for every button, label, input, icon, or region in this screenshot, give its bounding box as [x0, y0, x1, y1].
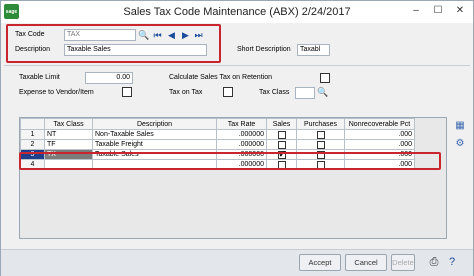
description-cell[interactable]: Taxable Freight	[92, 139, 217, 150]
column-header-tax-rate[interactable]: Tax Rate	[216, 118, 267, 130]
tax-class-grid: Tax Class Description Tax Rate Sales Pur…	[19, 117, 447, 239]
column-header-description[interactable]: Description	[92, 118, 217, 130]
sales-cell	[266, 129, 297, 140]
delete-button[interactable]: Delete	[391, 254, 415, 271]
calc-on-retention-checkbox[interactable]	[320, 73, 330, 83]
first-record-icon[interactable]: ⏮	[152, 30, 163, 41]
customize-grid-icon[interactable]: ▦	[452, 119, 468, 133]
print-icon[interactable]: ⎙	[427, 255, 441, 269]
sales-checkbox[interactable]	[277, 140, 286, 149]
app-window: sage Sales Tax Code Maintenance (ABX) 2/…	[0, 0, 474, 276]
tax-code-input[interactable]: TAX	[64, 29, 136, 41]
bottom-button-bar: Accept Cancel Delete ⎙ ?	[1, 249, 473, 276]
title-bar: sage Sales Tax Code Maintenance (ABX) 2/…	[1, 1, 473, 23]
lookup-icon[interactable]: 🔍	[138, 30, 149, 41]
section-divider	[4, 65, 470, 66]
previous-record-icon[interactable]: ◀	[166, 30, 177, 41]
tax-rate-cell[interactable]: .000000	[216, 139, 267, 150]
calc-on-retention-label: Calculate Sales Tax on Retention	[169, 74, 272, 81]
purchases-checkbox[interactable]	[316, 130, 325, 139]
purchases-cell	[296, 139, 345, 150]
tax-on-tax-checkbox[interactable]	[223, 87, 233, 97]
nonrecoverable-cell[interactable]: .000	[344, 129, 415, 140]
sales-checkbox[interactable]	[277, 130, 286, 139]
grid-options-icon[interactable]: ⚙	[452, 137, 468, 151]
tax-class-cell[interactable]: NT	[44, 129, 93, 140]
next-record-icon[interactable]: ▶	[180, 30, 191, 41]
taxable-limit-input[interactable]: 0.00	[85, 72, 133, 84]
description-input[interactable]: Taxable Sales	[64, 44, 207, 56]
taxable-limit-label: Taxable Limit	[19, 74, 60, 81]
selected-row-highlight-box	[19, 152, 441, 170]
column-header-nonrecoverable[interactable]: Nonrecoverable Pct	[344, 118, 415, 130]
nonrecoverable-cell[interactable]: .000	[344, 139, 415, 150]
purchases-cell	[296, 129, 345, 140]
expense-to-vendor-checkbox[interactable]	[122, 87, 132, 97]
row-number[interactable]: 1	[20, 129, 45, 140]
tax-class-cell[interactable]: TF	[44, 139, 93, 150]
column-header-sales[interactable]: Sales	[266, 118, 297, 130]
tax-class-input[interactable]	[295, 87, 315, 99]
minimize-icon[interactable]: –	[409, 5, 423, 17]
tax-class-label: Tax Class	[259, 89, 290, 96]
table-row[interactable]: 2 TF Taxable Freight .000000 .000	[20, 139, 415, 150]
window-title: Sales Tax Code Maintenance (ABX) 2/24/20…	[123, 6, 351, 18]
accept-button[interactable]: Accept	[299, 254, 341, 271]
purchases-checkbox[interactable]	[316, 140, 325, 149]
grid-side-toolbar: ▦ ⚙	[452, 119, 472, 155]
short-description-input[interactable]: Taxabl	[297, 44, 330, 56]
help-icon[interactable]: ?	[445, 255, 459, 269]
column-header-tax-class[interactable]: Tax Class	[44, 118, 93, 130]
tax-rate-cell[interactable]: .000000	[216, 129, 267, 140]
short-description-label: Short Description	[237, 46, 291, 53]
cancel-button[interactable]: Cancel	[345, 254, 387, 271]
tax-class-lookup-icon[interactable]: 🔍	[317, 87, 328, 98]
row-number[interactable]: 2	[20, 139, 45, 150]
sales-cell	[266, 139, 297, 150]
tax-code-label: Tax Code	[15, 31, 45, 38]
close-icon[interactable]: ✕	[453, 5, 467, 17]
maximize-icon[interactable]: ☐	[431, 5, 445, 17]
row-number-header	[20, 118, 45, 130]
description-cell[interactable]: Non-Taxable Sales	[92, 129, 217, 140]
last-record-icon[interactable]: ⏭	[193, 30, 204, 41]
column-header-purchases[interactable]: Purchases	[296, 118, 345, 130]
grid-header-row: Tax Class Description Tax Rate Sales Pur…	[20, 118, 415, 130]
tax-on-tax-label: Tax on Tax	[169, 89, 203, 96]
table-row[interactable]: 1 NT Non-Taxable Sales .000000 .000	[20, 129, 415, 140]
description-label: Description	[15, 46, 51, 53]
expense-to-vendor-label: Expense to Vendor/Item	[19, 89, 94, 96]
